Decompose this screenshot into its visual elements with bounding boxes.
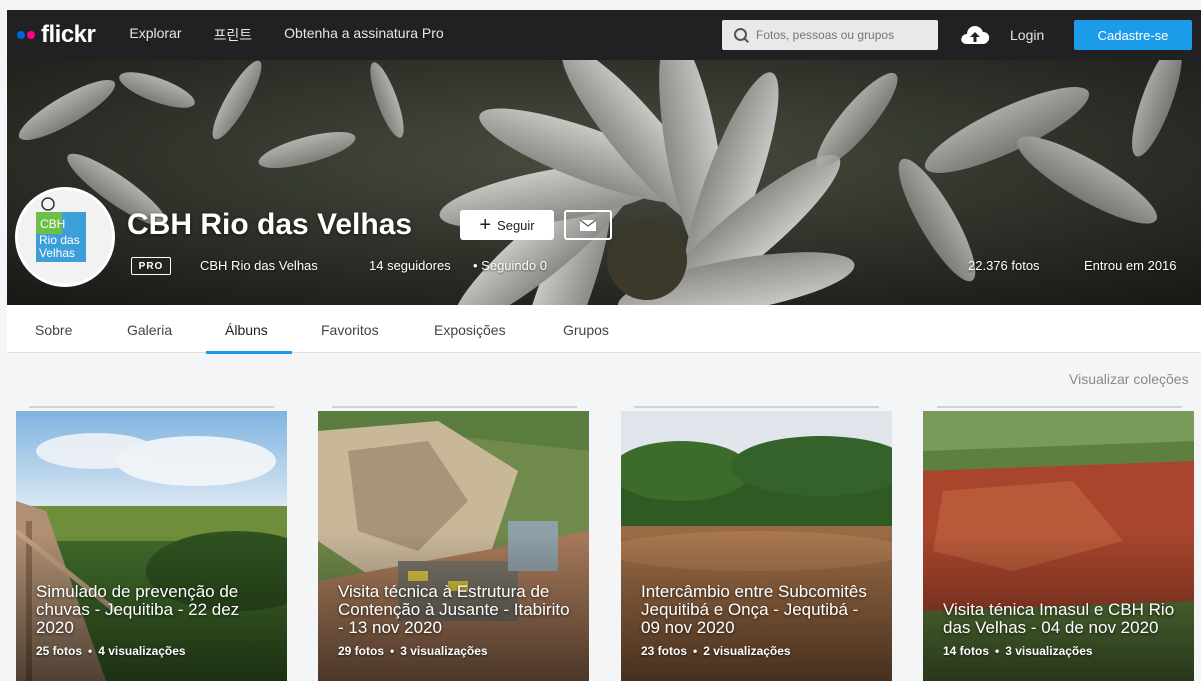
album-stats: 14 fotos • 3 visualizações [943, 644, 1093, 658]
avatar-line-3: Velhas [39, 246, 75, 260]
logo-pink-dot [27, 31, 35, 39]
avatar-line-1: CBH [40, 217, 65, 231]
follow-label: Seguir [497, 217, 535, 233]
album-card[interactable]: Simulado de prevenção de chuvas - Jequit… [16, 411, 287, 681]
tab-exhibitions[interactable]: Exposições [434, 322, 506, 338]
nav-link-explore[interactable]: Explorar [129, 25, 181, 45]
tab-albums[interactable]: Álbuns [225, 322, 268, 338]
avatar-logo-icon: CBH Rio das Velhas [18, 190, 112, 284]
followers-count[interactable]: 14 seguidores [369, 258, 451, 273]
search-box[interactable] [722, 20, 938, 50]
main-nav: Explorar 프린트 Obtenha a assinatura Pro [129, 25, 443, 45]
album-photo-count: 23 fotos [641, 644, 688, 658]
nav-link-prints[interactable]: 프린트 [214, 25, 253, 45]
album-photo-count: 25 fotos [36, 644, 83, 658]
album-card[interactable]: Visita ténica Imasul e CBH Rio das Velha… [923, 411, 1194, 681]
logo-text: flickr [41, 21, 96, 48]
album-title: Visita técnica à Estrutura de Contenção … [338, 582, 570, 637]
album-stats: 23 fotos • 2 visualizações [641, 644, 791, 658]
album-card[interactable]: Visita técnica à Estrutura de Contenção … [318, 411, 589, 681]
album-view-count: 4 visualizações [98, 644, 186, 658]
tab-favorites[interactable]: Favoritos [321, 322, 379, 338]
album-title: Simulado de prevenção de chuvas - Jequit… [36, 582, 240, 637]
active-tab-indicator [206, 351, 292, 354]
album-photo-count: 29 fotos [338, 644, 385, 658]
album-photo-count: 14 fotos [943, 644, 990, 658]
login-link[interactable]: Login [1010, 27, 1044, 43]
album-stack-edge [332, 406, 577, 408]
profile-cover: CBH Rio das Velhas CBH Rio das Velhas + … [7, 60, 1201, 305]
signup-button[interactable]: Cadastre-se [1074, 20, 1192, 50]
album-card[interactable]: Intercâmbio entre Subcomitês Jequitibá e… [621, 411, 892, 681]
album-stack-edge [634, 406, 879, 408]
view-collections-link[interactable]: Visualizar coleções [1069, 371, 1189, 387]
album-title: Intercâmbio entre Subcomitês Jequitibá e… [641, 582, 867, 637]
plus-icon: + [479, 214, 492, 236]
message-button[interactable] [564, 210, 612, 240]
avatar-line-2: Rio das [39, 233, 80, 247]
pro-badge: PRO [131, 257, 171, 275]
top-navbar: flickr Explorar 프린트 Obtenha a assinatura… [7, 10, 1201, 60]
profile-avatar: CBH Rio das Velhas [15, 187, 115, 287]
profile-name: CBH Rio das Velhas [127, 208, 413, 241]
following-count[interactable]: • Seguindo 0 [473, 258, 547, 273]
card-overlay [16, 411, 287, 681]
search-icon[interactable] [734, 28, 748, 42]
album-title: Visita ténica Imasul e CBH Rio das Velha… [943, 600, 1175, 637]
album-stats: 29 fotos • 3 visualizações [338, 644, 488, 658]
envelope-icon [580, 219, 596, 231]
flickr-logo[interactable]: flickr [17, 10, 96, 60]
tab-gallery[interactable]: Galeria [127, 322, 172, 338]
photos-count: 22.376 fotos [968, 258, 1040, 273]
nav-link-get-pro[interactable]: Obtenha a assinatura Pro [284, 25, 444, 45]
logo-blue-dot [17, 31, 25, 39]
album-stats: 25 fotos • 4 visualizações [36, 644, 186, 658]
card-overlay [923, 411, 1194, 681]
album-view-count: 2 visualizações [703, 644, 791, 658]
album-stack-edge [29, 406, 274, 408]
follow-button[interactable]: + Seguir [460, 210, 554, 240]
album-stack-edge [937, 406, 1182, 408]
profile-tabs: Sobre Galeria Álbuns Favoritos Exposiçõe… [7, 305, 1201, 354]
search-input[interactable] [756, 28, 926, 42]
album-view-count: 3 visualizações [400, 644, 488, 658]
joined-date: Entrou em 2016 [1084, 258, 1177, 273]
album-view-count: 3 visualizações [1005, 644, 1093, 658]
tab-about[interactable]: Sobre [35, 322, 72, 338]
card-overlay [318, 411, 589, 681]
card-overlay [621, 411, 892, 681]
tab-groups[interactable]: Grupos [563, 322, 609, 338]
profile-username: CBH Rio das Velhas [200, 258, 318, 273]
upload-cloud-icon[interactable] [960, 24, 990, 46]
